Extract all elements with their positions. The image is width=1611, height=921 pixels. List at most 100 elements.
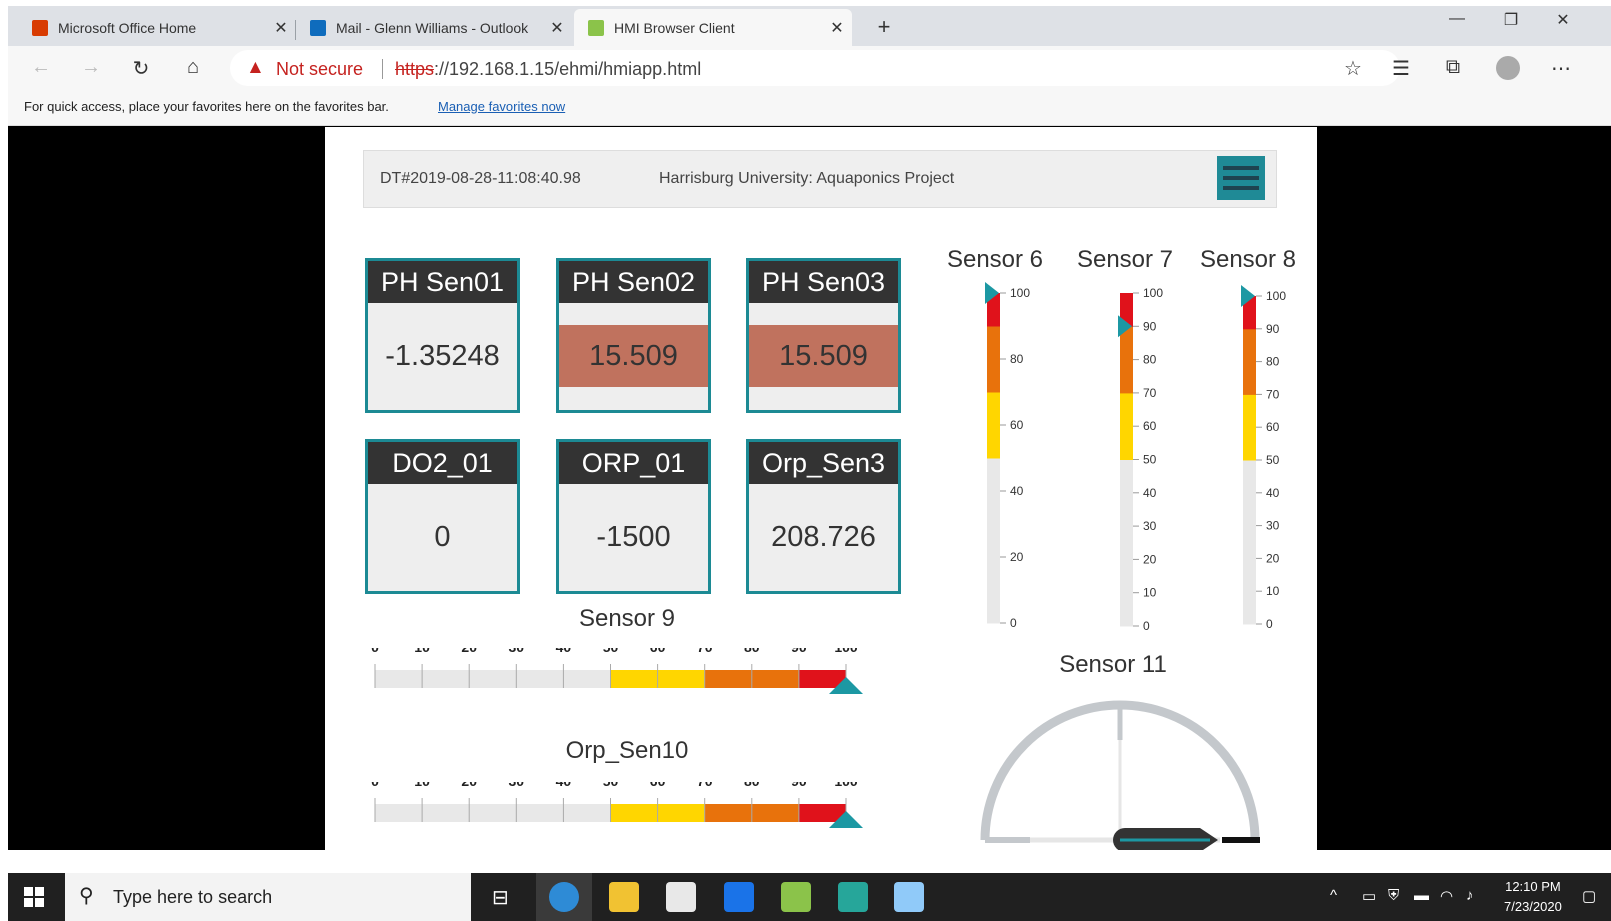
- gauge-tick-label: 0: [371, 782, 379, 789]
- gauge-tick-label: 80: [1266, 355, 1280, 369]
- sensor-tile-ph-sen01[interactable]: PH Sen01 -1.35248: [365, 258, 520, 413]
- menu-bar: [1223, 176, 1259, 180]
- favorite-star-icon[interactable]: ☆: [1338, 56, 1368, 81]
- sensor-7-label: Sensor 7: [1076, 246, 1174, 273]
- chevron-up-icon[interactable]: ^: [1330, 887, 1337, 904]
- app-icon[interactable]: [894, 882, 924, 912]
- gauge-band: [563, 804, 611, 822]
- home-icon[interactable]: ⌂: [178, 56, 208, 79]
- gauge-tick-label: 10: [414, 648, 430, 655]
- gauge-tick-label: 70: [697, 782, 713, 789]
- gauge-band: [1120, 359, 1133, 394]
- gauge-tick-label: 100: [1266, 289, 1286, 303]
- tile-title: PH Sen02: [559, 261, 708, 303]
- sensor-tile-orp-sen3[interactable]: Orp_Sen3 208.726: [746, 439, 901, 594]
- hamburger-menu-button[interactable]: [1217, 156, 1265, 200]
- gauge-tick-label: 60: [1266, 420, 1280, 434]
- gauge-tick-label: 90: [1143, 319, 1157, 333]
- task-view-icon[interactable]: ⊟: [492, 885, 509, 910]
- gauge-tick-label: 30: [1143, 519, 1157, 533]
- gauge-tick-label: 20: [1143, 552, 1157, 566]
- gauge-tick-label: 40: [556, 782, 572, 789]
- gauge-band: [987, 392, 1000, 426]
- refresh-icon[interactable]: ↻: [126, 56, 156, 81]
- volume-icon[interactable]: ♪: [1466, 887, 1474, 904]
- gauge-band: [1120, 492, 1133, 527]
- engineering-tool-icon[interactable]: [838, 882, 868, 912]
- favorites-icon[interactable]: ☰: [1386, 56, 1416, 81]
- tab-outlook-mail[interactable]: Mail - Glenn Williams - Outlook ✕: [296, 9, 572, 46]
- close-icon[interactable]: ✕: [542, 18, 572, 38]
- taskbar-search-box[interactable]: ⚲ Type here to search: [65, 873, 471, 921]
- more-options-icon[interactable]: ⋯: [1546, 56, 1576, 81]
- address-bar[interactable]: ▲ Not secure https://192.168.1.15/ehmi/h…: [230, 50, 1400, 86]
- gauge-tick-label: 10: [414, 782, 430, 789]
- gauge-tick-label: 90: [791, 648, 807, 655]
- taskbar-clock[interactable]: 12:10 PM 7/23/2020: [1504, 877, 1562, 917]
- url-text[interactable]: https://192.168.1.15/ehmi/hmiapp.html: [395, 59, 701, 80]
- gauge-tick-label: 60: [650, 648, 666, 655]
- file-explorer-icon[interactable]: [609, 882, 639, 912]
- tab-strip: Microsoft Office Home ✕ Mail - Glenn Wil…: [8, 6, 1611, 46]
- gauge-tick-label: 100: [1143, 286, 1163, 300]
- forward-icon[interactable]: →: [76, 56, 106, 79]
- network-drive-icon[interactable]: ▬: [1414, 887, 1429, 904]
- gauge-band: [469, 804, 517, 822]
- manage-favorites-link[interactable]: Manage favorites now: [438, 99, 565, 114]
- close-window-icon[interactable]: ✕: [1548, 10, 1578, 30]
- mail-icon[interactable]: [724, 882, 754, 912]
- gauge-band: [987, 359, 1000, 393]
- back-icon[interactable]: ←: [26, 56, 56, 79]
- minimize-icon[interactable]: —: [1437, 10, 1477, 28]
- sensor-6-label: Sensor 6: [946, 246, 1044, 273]
- sensor-11-dial: [980, 700, 1260, 850]
- gauge-band: [987, 524, 1000, 558]
- sensor-tile-orp-01[interactable]: ORP_01 -1500: [556, 439, 711, 594]
- clock-date: 7/23/2020: [1504, 899, 1562, 914]
- address-divider: [382, 59, 383, 79]
- favorites-bar: For quick access, place your favorites h…: [8, 90, 1611, 126]
- gauge-band: [1243, 394, 1256, 428]
- close-icon[interactable]: ✕: [822, 18, 852, 38]
- tile-value: 15.509: [749, 325, 898, 387]
- search-icon: ⚲: [79, 885, 94, 907]
- hmi-app-icon: [588, 19, 604, 36]
- display-icon[interactable]: ▭: [1362, 887, 1376, 905]
- gauge-tick-label: 80: [1143, 353, 1157, 367]
- sensor-tile-do2-01[interactable]: DO2_01 0: [365, 439, 520, 594]
- windows-start-icon[interactable]: [24, 887, 44, 907]
- gauge-band: [657, 804, 706, 822]
- close-icon[interactable]: ✕: [266, 18, 296, 38]
- restore-icon[interactable]: ❐: [1491, 10, 1531, 30]
- collections-icon[interactable]: ⧉: [1438, 56, 1468, 79]
- edge-taskbar-button[interactable]: [536, 873, 592, 921]
- sensor-8-gauge: 1009080706050403020100: [1241, 285, 1286, 630]
- wifi-icon[interactable]: ◠: [1440, 887, 1453, 905]
- not-secure-label[interactable]: Not secure: [276, 59, 363, 80]
- notification-icon[interactable]: ▢: [1582, 887, 1596, 905]
- gauge-band: [987, 425, 1000, 459]
- sensor-tile-ph-sen02[interactable]: PH Sen02 15.509: [556, 258, 711, 413]
- gauge-tick-label: 30: [509, 782, 525, 789]
- tab-office-home[interactable]: Microsoft Office Home ✕: [18, 9, 296, 46]
- gauge-tick-label: 90: [1266, 322, 1280, 336]
- profile-avatar-icon[interactable]: [1493, 56, 1523, 86]
- sensor-tile-ph-sen03[interactable]: PH Sen03 15.509: [746, 258, 901, 413]
- tile-title: ORP_01: [559, 442, 708, 484]
- gauge-tick-label: 30: [509, 648, 525, 655]
- gauge-tick-label: 50: [1143, 453, 1157, 467]
- gauge-band: [563, 670, 611, 688]
- store-icon[interactable]: [666, 882, 696, 912]
- gauge-band: [516, 670, 564, 688]
- security-icon[interactable]: ⛨: [1388, 887, 1399, 904]
- tab-hmi-browser-client[interactable]: HMI Browser Client ✕: [574, 9, 852, 46]
- sensor-9-gauge: 0 10 20 30 40 50 60 70 80 90 100: [371, 648, 863, 694]
- gauge-band: [987, 557, 1000, 591]
- tile-title: DO2_01: [368, 442, 517, 484]
- datetime-label: DT#2019-08-28-11:08:40.98: [380, 170, 581, 187]
- new-tab-button[interactable]: +: [870, 14, 898, 40]
- gauge-band: [657, 670, 706, 688]
- gauge-tick-label: 40: [556, 648, 572, 655]
- gauge-tick-label: 60: [1143, 419, 1157, 433]
- hmi-app-taskbar-icon[interactable]: [781, 882, 811, 912]
